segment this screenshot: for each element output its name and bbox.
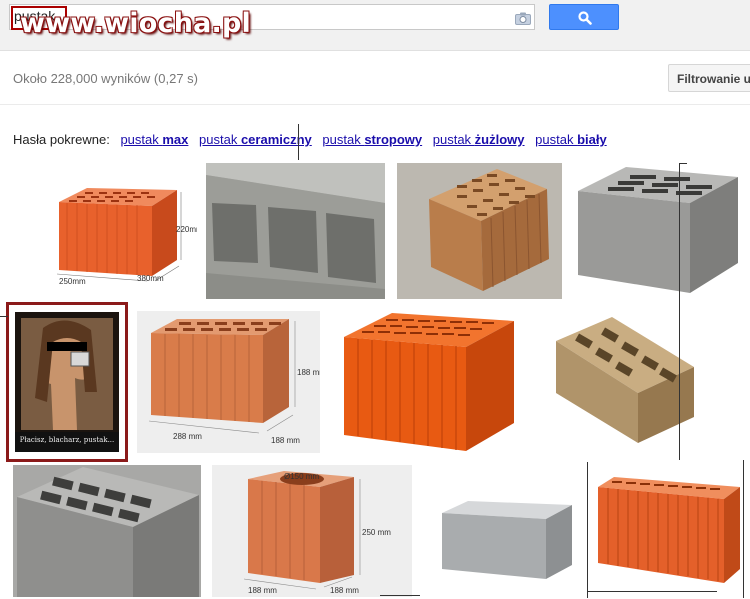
related-link-ceramiczny[interactable]: pustak ceramiczny [199, 132, 312, 147]
dimension-label: 188 mm [271, 436, 300, 445]
image-result-6[interactable]: 288 mm 188 mm 188 mm [137, 311, 320, 453]
image-result-8[interactable] [552, 311, 697, 453]
dimension-label: Ø150 mm [284, 472, 319, 481]
overlay-line [587, 462, 588, 598]
overlay-line [587, 591, 717, 592]
image-result-4[interactable] [574, 163, 740, 299]
overlay-line [743, 460, 744, 598]
meme-caption: Płacisz, blacharz, pustak... [19, 436, 115, 444]
dimension-label: 250 mm [362, 528, 391, 537]
results-count: Około 228,000 wyników (0,27 s) [13, 71, 198, 86]
search-button[interactable] [549, 4, 619, 30]
top-bar: pustak www.wiocha.pl [0, 0, 750, 51]
image-result-10[interactable]: Ø150 mm 250 mm 188 mm 188 mm [212, 465, 412, 597]
overlay-line [679, 163, 687, 164]
image-result-9[interactable] [13, 465, 201, 597]
watermark-text: www.wiocha.pl [20, 8, 251, 39]
dimension-label: 288 mm [173, 432, 202, 441]
meme-image-result[interactable]: Płacisz, blacharz, pustak... [6, 302, 128, 462]
related-link-stropowy[interactable]: pustak stropowy [322, 132, 422, 147]
image-result-1[interactable]: 220mm 250mm 380mm [47, 180, 197, 290]
divider [0, 104, 750, 105]
related-link-bialy[interactable]: pustak biały [535, 132, 607, 147]
image-result-11[interactable] [428, 465, 583, 597]
dimension-label: 188 mm [297, 368, 320, 377]
image-result-12[interactable] [592, 465, 742, 597]
related-label: Hasła pokrewne: [13, 132, 110, 147]
camera-icon[interactable] [515, 12, 531, 25]
meme-photo: Płacisz, blacharz, pustak... [15, 312, 119, 452]
overlay-line [679, 163, 680, 460]
image-result-7[interactable] [332, 311, 520, 453]
overlay-line [380, 595, 420, 596]
dimension-label: 250mm [59, 277, 86, 286]
search-icon [578, 11, 592, 25]
dimension-label: 380mm [137, 274, 164, 283]
image-result-2[interactable] [206, 163, 385, 299]
dimension-label: 188 mm [248, 586, 277, 595]
filter-button[interactable]: Filtrowanie umi [668, 64, 750, 92]
related-link-zuzlowy[interactable]: pustak żużlowy [433, 132, 525, 147]
overlay-line [0, 316, 8, 317]
overlay-line [298, 124, 299, 160]
related-searches: Hasła pokrewne: pustak max pustak cerami… [13, 132, 607, 147]
image-result-3[interactable] [397, 163, 562, 299]
related-link-max[interactable]: pustak max [120, 132, 188, 147]
dimension-label: 188 mm [330, 586, 359, 595]
dimension-label: 220mm [176, 225, 197, 234]
